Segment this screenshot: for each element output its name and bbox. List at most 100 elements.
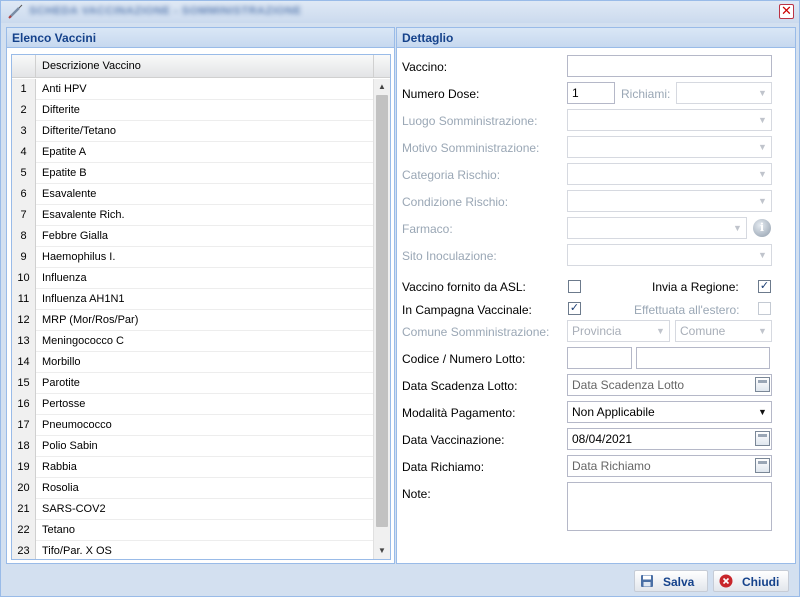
row-number: 15 bbox=[12, 373, 36, 394]
chevron-down-icon[interactable]: ▼ bbox=[754, 110, 771, 130]
numero-lotto-input[interactable] bbox=[636, 347, 770, 369]
table-row[interactable]: 16 Pertosse bbox=[12, 394, 375, 415]
calendar-icon[interactable] bbox=[755, 377, 770, 392]
dialog-window: SCHEDA VACCINAZIONE - SOMMINISTRAZIONE ✕… bbox=[0, 0, 800, 597]
comune-placeholder: Comune bbox=[680, 324, 726, 338]
label-fornito-asl: Vaccino fornito da ASL: bbox=[402, 280, 526, 294]
motivo-select[interactable]: ▼ bbox=[567, 136, 772, 158]
row-number: 20 bbox=[12, 478, 36, 499]
vaccine-name: Epatite A bbox=[42, 146, 87, 158]
vaccine-list-title: Elenco Vaccini bbox=[7, 28, 394, 48]
column-header-descrizione[interactable]: Descrizione Vaccino bbox=[42, 60, 141, 72]
categoria-select[interactable]: ▼ bbox=[567, 163, 772, 185]
vaccine-name: Tifo/Par. X OS bbox=[42, 545, 112, 557]
calendar-icon[interactable] bbox=[755, 431, 770, 446]
chevron-down-icon[interactable]: ▼ bbox=[754, 137, 771, 157]
detail-panel: Dettaglio Vaccino: Numero Dose: 1 Richia… bbox=[396, 27, 796, 564]
table-row[interactable]: 5 Epatite B bbox=[12, 163, 375, 184]
vaccino-field[interactable] bbox=[567, 55, 772, 77]
luogo-select[interactable]: ▼ bbox=[567, 109, 772, 131]
table-row[interactable]: 11 Influenza AH1N1 bbox=[12, 289, 375, 310]
chevron-down-icon[interactable]: ▼ bbox=[754, 402, 771, 422]
table-row[interactable]: 22 Tetano bbox=[12, 520, 375, 541]
table-row[interactable]: 1 Anti HPV bbox=[12, 79, 375, 100]
label-campagna: In Campagna Vaccinale: bbox=[402, 303, 532, 317]
farmaco-select[interactable]: ▼ bbox=[567, 217, 747, 239]
vaccine-name: Meningococco C bbox=[42, 335, 124, 347]
provincia-select[interactable]: Provincia ▼ bbox=[567, 320, 670, 342]
table-row[interactable]: 19 Rabbia bbox=[12, 457, 375, 478]
label-categoria: Categoria Rischio: bbox=[402, 168, 501, 182]
info-icon[interactable]: i bbox=[753, 219, 771, 237]
table-row[interactable]: 4 Epatite A bbox=[12, 142, 375, 163]
vaccine-name: Rosolia bbox=[42, 482, 79, 494]
table-row[interactable]: 18 Polio Sabin bbox=[12, 436, 375, 457]
vaccine-name: Polio Sabin bbox=[42, 440, 98, 452]
table-row[interactable]: 17 Pneumococco bbox=[12, 415, 375, 436]
label-richiami: Richiami: bbox=[621, 87, 671, 101]
row-number: 13 bbox=[12, 331, 36, 352]
chevron-down-icon[interactable]: ▼ bbox=[729, 218, 746, 238]
header-scroll-spacer bbox=[373, 55, 390, 78]
grid-scrollbar[interactable]: ▲ ▼ bbox=[373, 79, 390, 559]
close-icon[interactable]: ✕ bbox=[779, 4, 794, 19]
provincia-placeholder: Provincia bbox=[572, 324, 622, 338]
table-row[interactable]: 10 Influenza bbox=[12, 268, 375, 289]
vaccine-name: Haemophilus I. bbox=[42, 251, 116, 263]
table-row[interactable]: 3 Difterite/Tetano bbox=[12, 121, 375, 142]
row-number: 14 bbox=[12, 352, 36, 373]
codice-lotto-input[interactable] bbox=[567, 347, 632, 369]
data-richiamo-date[interactable]: Data Richiamo bbox=[567, 455, 772, 477]
chevron-down-icon[interactable]: ▼ bbox=[652, 321, 669, 341]
table-row[interactable]: 20 Rosolia bbox=[12, 478, 375, 499]
table-row[interactable]: 8 Febbre Gialla bbox=[12, 226, 375, 247]
condizione-select[interactable]: ▼ bbox=[567, 190, 772, 212]
title-bar: SCHEDA VACCINAZIONE - SOMMINISTRAZIONE ✕ bbox=[1, 1, 799, 23]
invia-regione-checkbox[interactable]: ✓ bbox=[758, 280, 771, 293]
vaccine-name: Pertosse bbox=[42, 398, 86, 410]
table-row[interactable]: 23 Tifo/Par. X OS bbox=[12, 541, 375, 559]
comune-select[interactable]: Comune ▼ bbox=[675, 320, 772, 342]
scadenza-lotto-date[interactable]: Data Scadenza Lotto bbox=[567, 374, 772, 396]
table-row[interactable]: 12 MRP (Mor/Ros/Par) bbox=[12, 310, 375, 331]
chevron-down-icon[interactable]: ▼ bbox=[754, 191, 771, 211]
table-row[interactable]: 6 Esavalente bbox=[12, 184, 375, 205]
fornito-asl-checkbox[interactable] bbox=[568, 280, 581, 293]
table-row[interactable]: 9 Haemophilus I. bbox=[12, 247, 375, 268]
campagna-checkbox[interactable]: ✓ bbox=[568, 302, 581, 315]
table-row[interactable]: 7 Esavalente Rich. bbox=[12, 205, 375, 226]
richiami-select[interactable]: ▼ bbox=[676, 82, 772, 104]
table-row[interactable]: 13 Meningococco C bbox=[12, 331, 375, 352]
vaccine-name: Epatite B bbox=[42, 167, 87, 179]
chevron-down-icon[interactable]: ▼ bbox=[754, 321, 771, 341]
floppy-disk-icon bbox=[641, 575, 653, 587]
row-number: 18 bbox=[12, 436, 36, 457]
label-condizione: Condizione Rischio: bbox=[402, 195, 509, 209]
calendar-icon[interactable] bbox=[755, 458, 770, 473]
table-row[interactable]: 14 Morbillo bbox=[12, 352, 375, 373]
note-textarea[interactable] bbox=[567, 482, 772, 531]
numero-dose-input[interactable]: 1 bbox=[567, 82, 615, 104]
row-number-header bbox=[12, 55, 36, 78]
scroll-thumb[interactable] bbox=[376, 95, 388, 527]
label-numero-dose: Numero Dose: bbox=[402, 87, 480, 101]
chevron-down-icon[interactable]: ▼ bbox=[754, 164, 771, 184]
pagamento-select[interactable]: Non Applicabile ▼ bbox=[567, 401, 772, 423]
vaccine-name: Esavalente bbox=[42, 188, 97, 200]
row-number: 3 bbox=[12, 121, 36, 142]
estero-checkbox[interactable] bbox=[758, 302, 771, 315]
chevron-down-icon[interactable]: ▼ bbox=[754, 83, 771, 103]
table-row[interactable]: 15 Parotite bbox=[12, 373, 375, 394]
row-number: 4 bbox=[12, 142, 36, 163]
row-number: 17 bbox=[12, 415, 36, 436]
sito-select[interactable]: ▼ bbox=[567, 244, 772, 266]
table-row[interactable]: 2 Difterite bbox=[12, 100, 375, 121]
scroll-down-icon[interactable]: ▼ bbox=[374, 543, 390, 559]
scroll-up-icon[interactable]: ▲ bbox=[374, 79, 390, 95]
table-row[interactable]: 21 SARS-COV2 bbox=[12, 499, 375, 520]
chevron-down-icon[interactable]: ▼ bbox=[754, 245, 771, 265]
save-button[interactable]: Salva bbox=[634, 570, 708, 592]
data-vaccinazione-date[interactable]: 08/04/2021 bbox=[567, 428, 772, 450]
close-button[interactable]: Chiudi bbox=[713, 570, 789, 592]
data-vaccinazione-value: 08/04/2021 bbox=[572, 432, 633, 446]
